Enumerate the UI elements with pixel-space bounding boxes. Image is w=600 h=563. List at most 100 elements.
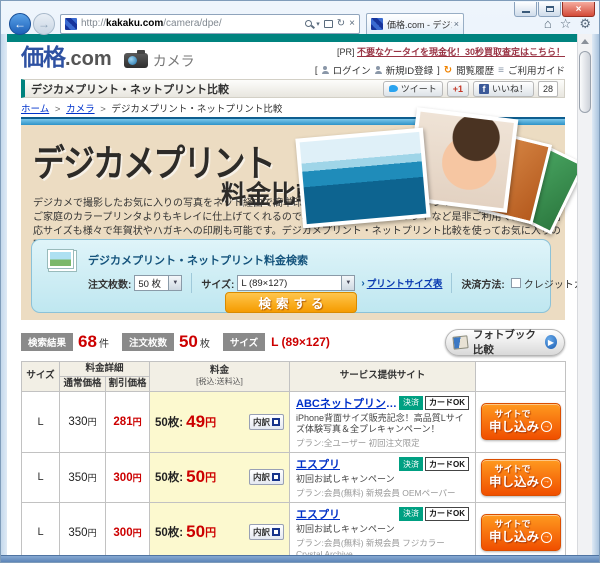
browser-tab[interactable]: 価格.com - デジカメプリ... × xyxy=(366,13,464,34)
window-right-border xyxy=(592,34,599,557)
apply-label-top: サイトで xyxy=(494,464,531,475)
scroll-up-arrow-icon[interactable] xyxy=(578,34,592,49)
price-comparison-table: サイズ 料金詳細 料金 [税込:送料込] サービス提供サイト 通常価格 割引価格… xyxy=(21,361,567,557)
apply-label-bottom: 申し込み xyxy=(489,475,540,490)
row-size: L xyxy=(21,390,60,454)
home-icon[interactable]: ⌂ xyxy=(544,16,552,32)
price-quantity: 50枚: xyxy=(155,527,184,540)
stop-icon[interactable]: × xyxy=(349,18,355,29)
header-normal-price: 通常価格 xyxy=(59,375,106,392)
page-top-strip xyxy=(7,34,579,42)
header-discount-price: 割引価格 xyxy=(104,375,151,392)
facebook-icon: f xyxy=(478,83,489,94)
window-bottom-border xyxy=(1,555,599,562)
breadcrumb-separator: > xyxy=(54,104,61,115)
like-button[interactable]: f いいね！ xyxy=(472,80,534,97)
guide-link[interactable]: ご利用ガイド xyxy=(508,63,565,77)
url-domain: kakaku.com xyxy=(106,18,164,29)
header-price-label: 料金 xyxy=(210,365,230,377)
yen-unit: 円 xyxy=(87,472,97,483)
plus-one-button[interactable]: +1 xyxy=(446,80,469,97)
like-count: 28 xyxy=(537,80,558,97)
login-link[interactable]: ログイン xyxy=(333,63,371,77)
section-title: デジカメプリント・ネットプリント比較 xyxy=(31,83,229,96)
chevron-down-icon[interactable]: ▼ xyxy=(341,276,355,290)
vertical-scrollbar[interactable] xyxy=(577,34,592,557)
breadcrumb: ホーム > カメラ > デジカメプリント・ネットプリント比較 xyxy=(21,101,565,115)
service-site-link[interactable]: エスプリ xyxy=(296,506,340,522)
price-table-body: L 330円 281円 50枚: 49 円 内訳 ABCネットプリント Ligh… xyxy=(21,390,567,557)
payment-badge: 決済 xyxy=(399,395,424,410)
card-ok-badge: カードOK xyxy=(425,506,470,521)
site-badges: 決済 カードOK xyxy=(399,395,470,410)
breadcrumb-camera[interactable]: カメラ xyxy=(66,104,95,115)
minimize-icon xyxy=(521,10,530,13)
apply-on-site-button[interactable]: サイトで 申し込み → xyxy=(480,458,561,496)
favorites-star-icon[interactable]: ☆ xyxy=(560,16,572,32)
breakdown-button[interactable]: 内訳 xyxy=(249,524,285,541)
like-label: いいね！ xyxy=(491,84,528,94)
row-total-price: 50枚: 50 円 内訳 xyxy=(149,452,291,503)
scrollbar-thumb[interactable] xyxy=(579,51,591,113)
back-button[interactable]: ← xyxy=(9,12,31,35)
campaign-description: 初回お試しキャンペーン xyxy=(296,523,395,534)
popup-window-icon xyxy=(272,473,281,482)
header-price-detail: 料金詳細 xyxy=(58,361,151,377)
forward-button[interactable]: → xyxy=(33,12,55,35)
address-bar[interactable]: http://kakaku.com/camera/dpe/ ▾ ↻ × xyxy=(60,13,360,34)
breadcrumb-home[interactable]: ホーム xyxy=(21,104,49,115)
campaign-description: 初回お試しキャンペーン xyxy=(296,474,395,485)
maximize-button[interactable] xyxy=(538,2,561,17)
results-count: 68 xyxy=(78,332,97,351)
close-button[interactable]: × xyxy=(562,2,595,17)
yen-unit: 円 xyxy=(132,417,142,428)
history-link[interactable]: 閲覧履歴 xyxy=(456,63,494,77)
service-site-link[interactable]: エスプリ xyxy=(296,456,340,472)
chevron-down-icon[interactable]: ▼ xyxy=(168,276,182,290)
tweet-button[interactable]: ツイート xyxy=(382,80,443,97)
register-icon xyxy=(374,66,382,74)
print-size-table-link[interactable]: プリントサイズ表 xyxy=(367,276,443,290)
compatibility-view-icon[interactable] xyxy=(323,19,333,28)
refresh-icon[interactable]: ↻ xyxy=(337,18,345,29)
plan-note: プラン:全ユーザー 初回注文限定 xyxy=(296,438,420,449)
login-icon xyxy=(321,66,329,74)
apply-on-site-button[interactable]: サイトで 申し込み → xyxy=(480,403,561,441)
pr-link[interactable]: 不要なケータイを現金化！30秒買取査定はこちら！ xyxy=(357,47,565,57)
search-icon[interactable] xyxy=(305,20,313,27)
apply-label-bottom: 申し込み xyxy=(489,419,540,434)
credit-card-checkbox[interactable] xyxy=(510,278,521,288)
size-badge: サイズ xyxy=(222,333,266,351)
popup-window-icon xyxy=(272,417,281,426)
size-value: L (89×127) xyxy=(241,277,288,289)
header-site: サービス提供サイト xyxy=(289,361,477,392)
book-icon xyxy=(452,334,469,350)
search-submit-button[interactable]: 検索する xyxy=(225,292,357,313)
breakdown-button[interactable]: 内訳 xyxy=(249,469,285,486)
plan-note: プラン:会員(無料) 新規会員 OEMペーパー xyxy=(296,487,456,498)
guide-icon: ≡ xyxy=(498,64,504,76)
tab-close-icon[interactable]: × xyxy=(454,19,459,29)
photobook-compare-button[interactable]: フォトブック比較 ▶ xyxy=(445,328,565,356)
row-apply: サイトで 申し込み → xyxy=(475,501,567,557)
size-label: サイズ: xyxy=(201,279,235,291)
price-value: 49 xyxy=(186,411,206,431)
size-select[interactable]: L (89×127) ▼ xyxy=(237,275,356,291)
register-link[interactable]: 新規ID登録 xyxy=(386,63,434,77)
window-controls: × xyxy=(514,2,595,17)
credit-card-option-label: クレジットカード可 xyxy=(523,279,579,291)
search-dropdown-icon[interactable]: ▾ xyxy=(316,20,320,28)
settings-gear-icon[interactable]: ⚙ xyxy=(579,16,591,32)
service-site-link[interactable]: ABCネットプリント Light xyxy=(296,395,399,411)
table-row: L 350円 300円 50枚: 50 円 内訳 エスプリ 決済 カードOK 初… xyxy=(21,501,567,557)
table-header: サイズ 料金詳細 料金 [税込:送料込] サービス提供サイト 通常価格 割引価格 xyxy=(21,361,567,392)
yen-unit: 円 xyxy=(87,527,97,538)
row-discount-price: 281円 xyxy=(104,390,151,454)
breadcrumb-separator: > xyxy=(100,104,106,115)
price-value: 50 xyxy=(186,467,206,487)
minimize-button[interactable] xyxy=(514,2,537,17)
breakdown-button[interactable]: 内訳 xyxy=(249,413,285,430)
apply-on-site-button[interactable]: サイトで 申し込み → xyxy=(480,513,561,551)
divider xyxy=(451,273,453,293)
quantity-select[interactable]: 50 枚 ▼ xyxy=(134,275,183,291)
